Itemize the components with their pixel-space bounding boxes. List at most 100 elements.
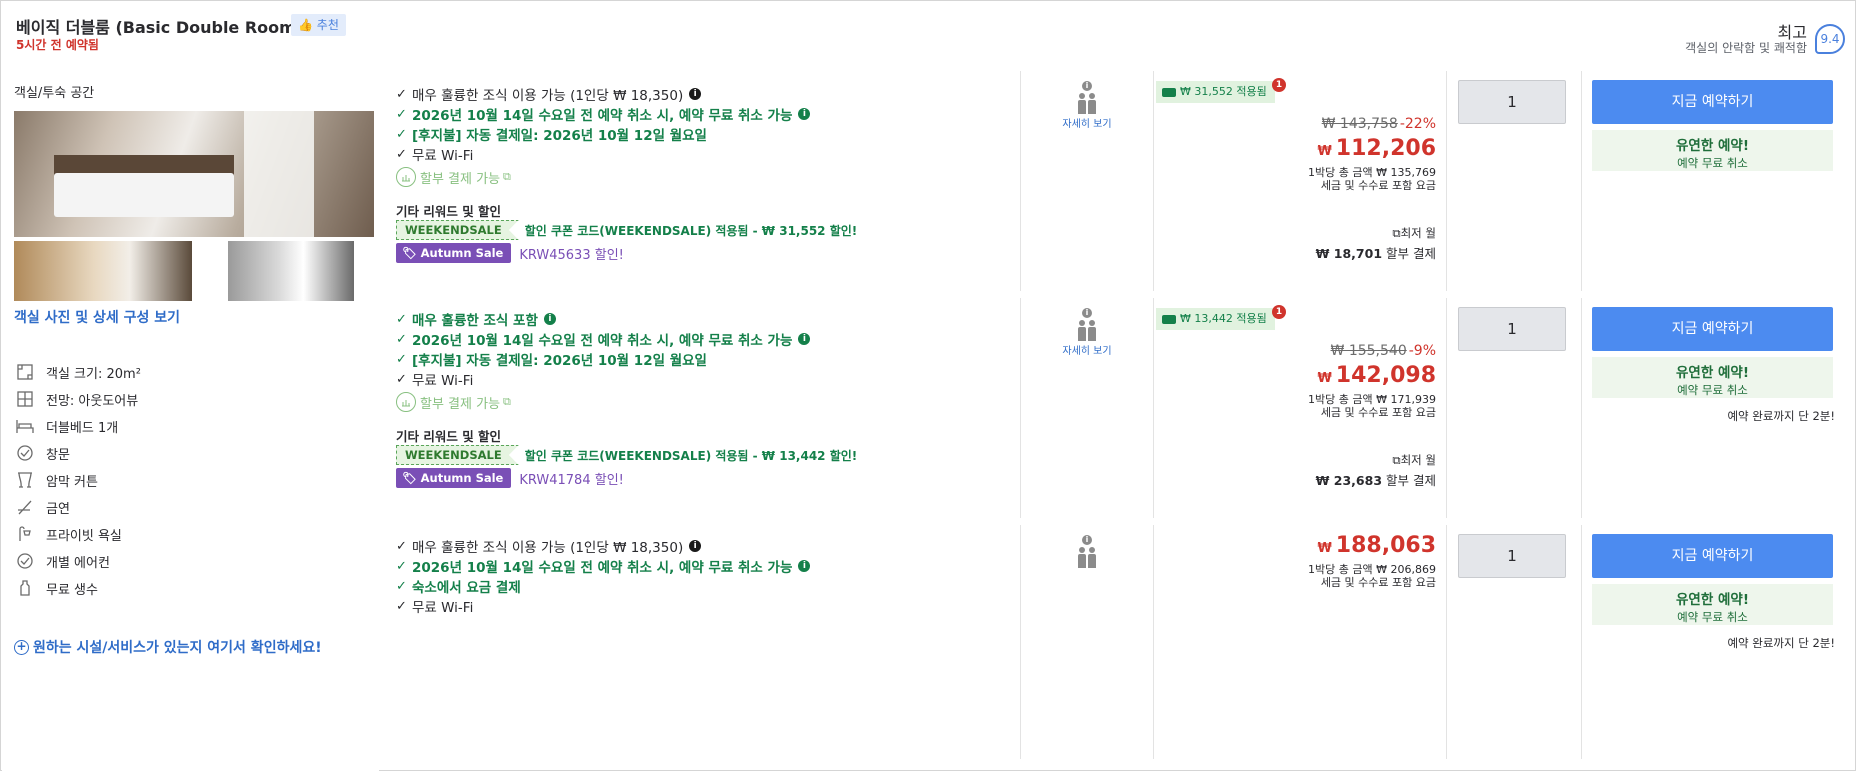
booked-recently-text: 5시간 전 예약됨 [16,38,99,52]
discount-percent: -9% [1408,343,1436,359]
room-photo-thumb-2[interactable] [228,241,354,301]
offer-feature: ✓ 2026년 10월 14일 수요일 전 예약 취소 시, 예약 무료 취소 가… [396,328,811,350]
installment-icon [396,167,416,187]
check-icon: ✓ [396,538,407,554]
offer-feature: ✓ 무료 Wi-Fi [396,595,473,617]
room-info-panel: 객실/투숙 공간 객실 사진 및 상세 구성 보기 객실 크기: 20m² 전망… [2,71,379,771]
book-now-button[interactable]: 지금 예약하기 [1592,80,1833,124]
currency-symbol: ₩ [1317,371,1332,386]
info-icon[interactable]: i [798,108,811,120]
check-icon: ✓ [396,598,407,614]
external-link-icon: ⧉ [1392,453,1401,467]
info-icon[interactable]: i [689,540,702,552]
offer-feature: ✓ 매우 훌륭한 조식 포함 i [396,308,556,330]
room-header: 베이직 더블룸 (Basic Double Room) 👍 추천 5시간 전 예… [2,2,1855,70]
amenity-bed: 더블베드 1개 [14,415,118,437]
occupancy-icon[interactable]: i [1072,81,1102,114]
occupancy-details-link[interactable]: 자세히 보기 [1021,115,1153,130]
offer-feature: ✓ 숙소에서 요금 결제 [396,575,521,597]
feature-text: 매우 훌륭한 조식 이용 가능 (1인당 ₩ 18,350) [412,88,684,104]
promo-applied-badge[interactable]: ₩ 13,442 적용됨 [1156,308,1275,330]
tax-note: 세금 및 수수료 포함 요금 [1320,179,1436,192]
facility-check-link[interactable]: + 원하는 시설/서비스가 있는지 여기서 확인하세요! [14,637,322,657]
feature-text: 2026년 10월 14일 수요일 전 예약 취소 시, 예약 무료 취소 가능 [412,108,793,124]
room-quantity-select[interactable]: 1 [1458,534,1566,578]
amenity-label: 프라이빗 욕실 [46,528,122,544]
info-icon[interactable]: i [689,88,702,100]
price-value: 112,206 [1335,136,1436,161]
flex-subtitle: 예약 무료 취소 [1677,383,1748,397]
offer-feature: ✓ 무료 Wi-Fi [396,368,473,390]
book-now-button[interactable]: 지금 예약하기 [1592,534,1833,578]
room-photo-thumb-1[interactable] [14,241,192,301]
promo-applied-badge[interactable]: ₩ 31,552 적용됨 [1156,81,1275,103]
offer-booking: 지금 예약하기 유연한 예약! 예약 무료 취소 예약 완료까지 단 2분! [1582,298,1848,518]
offer-price: ₩188,063 1박당 총 금액 ₩ 206,869 세금 및 수수료 포함 … [1154,525,1447,759]
min-monthly-label: 최저 월 [1400,226,1436,240]
score-badge[interactable]: 9.4 [1815,24,1845,54]
external-link-icon: ⧉ [503,395,511,408]
amenity-label: 개별 에어컨 [46,555,110,571]
promo-count-badge: 1 [1272,78,1286,92]
amenity-view: 전망: 아웃도어뷰 [14,388,138,410]
feature-text: 무료 Wi-Fi [412,600,474,616]
amenity-curtain: 암막 커튼 [14,469,98,491]
room-quantity-select[interactable]: 1 [1458,80,1566,124]
installment-amount: ₩ 23,683 할부 결제 [1316,470,1436,489]
offer-feature: ✓ 매우 훌륭한 조식 이용 가능 (1인당 ₩ 18,350) i [396,535,702,557]
flexible-booking-box: 유연한 예약! 예약 무료 취소 [1592,357,1833,398]
offer-occupancy: i 자세히 보기 [1021,298,1154,518]
tax-note: 세금 및 수수료 포함 요금 [1320,406,1436,419]
amenity-label: 금연 [46,501,70,517]
room-title[interactable]: 베이직 더블룸 (Basic Double Room) [16,14,303,38]
offer-feature: ✓ [후지불] 자동 결제일: 2026년 10월 12일 월요일 [396,123,707,145]
shower-icon [14,524,36,544]
offer-features: ✓ 매우 훌륭한 조식 이용 가능 (1인당 ₩ 18,350) i ✓ 2026년 … [384,71,1021,291]
promo-count-badge: 1 [1272,305,1286,319]
original-price-value: ₩ 143,758 [1321,116,1398,132]
recommend-label: 추천 [316,18,339,32]
info-icon: i [1082,535,1092,545]
room-photos-link[interactable]: 객실 사진 및 상세 구성 보기 [14,307,180,327]
offer-row-1: ✓ 매우 훌륭한 조식 이용 가능 (1인당 ₩ 18,350) i ✓ 2026년 … [384,71,1848,291]
feature-text: 무료 Wi-Fi [412,373,474,389]
coupon-text: 할인 쿠폰 코드(WEEKENDSALE) 적용됨 - ₩ 13,442 할인! [524,448,858,463]
check-icon: ✓ [396,558,407,574]
sale-text: KRW41784 할인! [519,472,624,488]
other-rewards-title: 기타 리워드 및 할인 [396,429,502,444]
tag-icon: 🏷 [402,246,417,260]
thumbs-up-icon: 👍 [298,18,313,32]
feature-text: 2026년 10월 14일 수요일 전 예약 취소 시, 예약 무료 취소 가능 [412,560,793,576]
amenity-room-size: 객실 크기: 20m² [14,361,141,383]
amenity-label: 무료 생수 [46,582,98,598]
amenity-water: 무료 생수 [14,577,98,599]
info-icon[interactable]: i [798,333,811,345]
discount-percent: -22% [1399,116,1436,132]
occupancy-icon[interactable]: i [1072,535,1102,568]
amenity-label: 암막 커튼 [46,474,98,490]
sale-text: KRW45633 할인! [519,247,624,263]
currency-symbol: ₩ [1317,541,1332,556]
installment-label: 할부 결제 가능 [420,396,501,412]
occupancy-icon[interactable]: i [1072,308,1102,341]
info-icon[interactable]: i [798,560,811,572]
coupon-icon [1162,314,1176,324]
installment-available[interactable]: 할부 결제 가능 ⧉ [396,391,511,413]
amenity-no-smoking: 금연 [14,496,70,518]
feature-text: 매우 훌륭한 조식 이용 가능 (1인당 ₩ 18,350) [412,540,684,556]
other-rewards-title: 기타 리워드 및 할인 [396,204,502,219]
check-icon: ✓ [396,331,407,347]
amenity-aircon: 개별 에어컨 [14,550,110,572]
room-quantity-select[interactable]: 1 [1458,307,1566,351]
tag-icon: 🏷 [402,471,417,485]
book-now-button[interactable]: 지금 예약하기 [1592,307,1833,351]
occupancy-details-link[interactable]: 자세히 보기 [1021,342,1153,357]
sale-row: 🏷 Autumn Sale KRW41784 할인! [396,468,624,488]
current-price: ₩142,098 [1317,363,1436,388]
per-night-total: 1박당 총 금액 ₩ 206,869 [1308,563,1436,576]
room-photo-main[interactable] [14,111,374,237]
original-price: ₩ 143,758 -22% [1322,116,1436,132]
installment-available[interactable]: 할부 결제 가능 ⧉ [396,166,511,188]
price-value: 142,098 [1335,363,1436,388]
info-icon[interactable]: i [543,313,556,325]
